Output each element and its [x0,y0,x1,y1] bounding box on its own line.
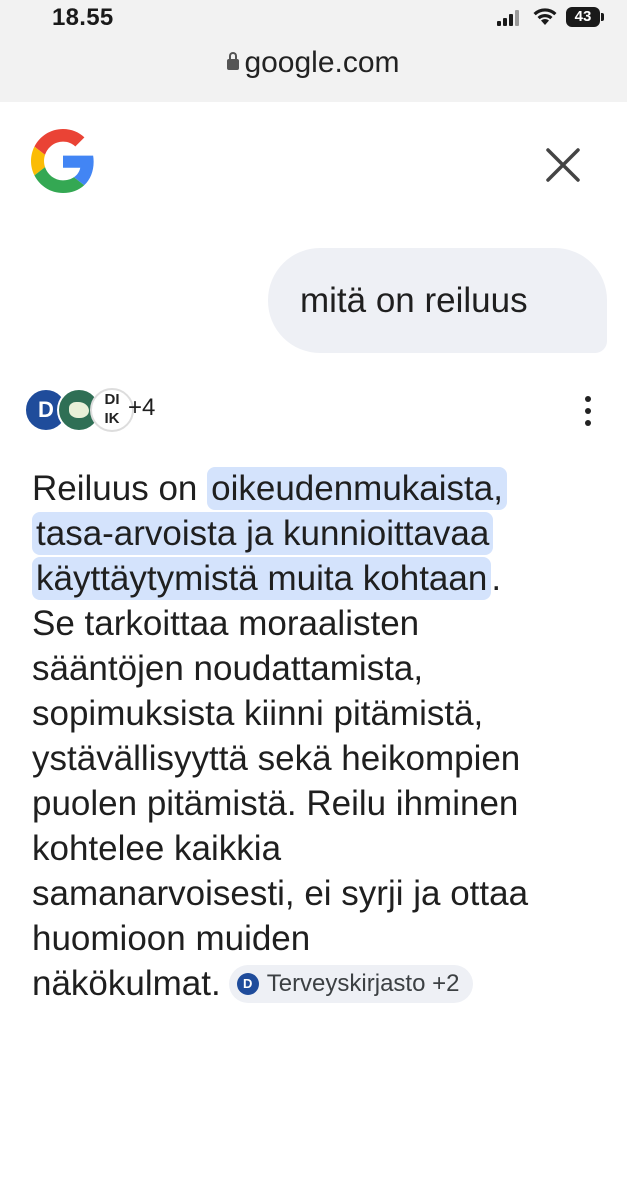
answer-line: ystävällisyyttä sekä heikompien [32,739,521,778]
lock-icon [227,52,240,70]
answer-line: puolen pitämistä. Reilu ihminen [32,784,519,823]
user-query-bubble: mitä on reiluus [268,248,607,353]
answer-line: sopimuksista kiinni pitämistä, [32,694,484,733]
status-time: 18.55 [52,4,114,31]
duodecim-d-icon: D [236,973,259,995]
answer-line: sääntöjen noudattamista, [32,649,424,688]
answer-line: samanarvoisesti, ei syrji ja ottaa [32,874,529,913]
answer-line: käyttäytymistä muita kohtaan. [32,556,612,601]
ai-answer-text: Reiluus on oikeudenmukaista, tasa-arvois… [32,466,612,1007]
google-g-logo-icon [31,129,94,193]
battery-icon: 43 [566,7,604,27]
query-text: mitä on reiluus [300,281,528,320]
browser-top-bar: 18.55 43 google.com [0,0,627,102]
answer-line: näkökulmat. D Terveyskirjasto +2 [32,961,612,1007]
highlighted-text: oikeudenmukaista, [207,467,507,510]
url-text: google.com [244,46,400,79]
close-icon[interactable] [540,142,586,188]
more-sources-count: +4 [128,394,156,421]
highlighted-text: tasa-arvoista ja kunnioittavaa [32,512,494,555]
citation-chip-label: Terveyskirjasto +2 [266,970,460,997]
highlighted-text: käyttäytymistä muita kohtaan [32,557,492,600]
battery-level: 43 [574,8,592,25]
answer-line: tasa-arvoista ja kunnioittavaa [32,511,612,556]
answer-line: kohtelee kaikkia [32,829,282,868]
wifi-icon [533,8,557,25]
more-options-icon[interactable] [580,396,596,426]
source-icons-row[interactable]: D DI IK +4 [24,386,184,432]
cellular-signal-icon [497,10,523,26]
citation-chip[interactable]: D Terveyskirjasto +2 [228,965,474,1003]
url-bar[interactable]: google.com [0,46,627,90]
answer-line: huomioon muiden [32,919,311,958]
answer-line: Reiluus on oikeudenmukaista, [32,466,612,511]
answer-line: Se tarkoittaa moraalisten [32,604,420,643]
